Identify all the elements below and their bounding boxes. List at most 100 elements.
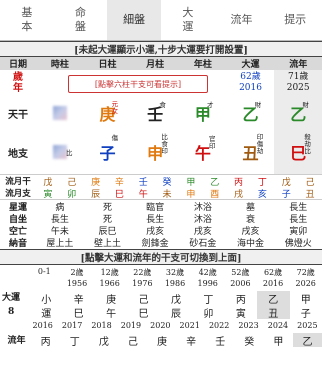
dayun-pillar-zhi-selected[interactable]: 丑 <box>257 305 290 320</box>
dayun-label-block: 大運 8 <box>0 291 30 319</box>
age-row: 歲 年 62歲 2016 71歲 2025 [點擊六柱干支可看提示] <box>0 70 322 96</box>
tab-basic[interactable]: 基 本 <box>0 0 54 40</box>
dayun-gan-row: 小 辛 庚 己 戊 丁 丙 乙 甲 <box>30 291 322 306</box>
dayun-pillar-gan[interactable]: 丁 <box>192 291 224 306</box>
liunian-pillar-gan[interactable]: 癸 <box>235 333 264 348</box>
liunian-pillar-gan[interactable]: 辛 <box>177 333 206 348</box>
liuyue-gan-item[interactable]: 丁 <box>250 175 274 188</box>
header-day: 日柱 <box>98 60 117 70</box>
liuyue-zhi-item[interactable]: 寅 <box>36 187 60 200</box>
liuyue-gan-item[interactable]: 乙 <box>203 175 227 188</box>
dayun-years-row: 1956 1966 1976 1986 1996 2006 2016 2026 <box>0 279 322 291</box>
liunian-pillar-gan[interactable]: 己 <box>118 333 147 348</box>
liunian-age: 71歲 2025 <box>274 70 322 96</box>
dayun-pillar-gan[interactable]: 戊 <box>160 291 192 306</box>
liunian-year-item: 2016 <box>32 321 53 330</box>
kongwang-liunian: 寅卯 <box>289 226 308 237</box>
dayun-pillar-zhi[interactable]: 巳 <box>127 305 159 320</box>
liuyue-zhi-item[interactable]: 亥 <box>250 187 274 200</box>
hour-zhi[interactable]: 比 <box>36 130 84 174</box>
liuyue-gan-item[interactable]: 癸 <box>155 175 179 188</box>
dayun-pillar-gan[interactable]: 庚 <box>95 291 127 306</box>
liuyue-zhi-item[interactable]: 辰 <box>84 187 108 200</box>
header-year: 年柱 <box>193 60 212 70</box>
liuyue-zhi-item[interactable]: 酉 <box>203 187 227 200</box>
liunian-pillar-gan[interactable]: 庚 <box>147 333 176 348</box>
liunian-pillar-gan[interactable]: 丁 <box>60 333 89 348</box>
year-gan[interactable]: 甲 才 <box>179 96 227 130</box>
dayun-pillar-zhi[interactable]: 巳 <box>62 305 94 320</box>
xingyun-dayun: 墓 <box>246 202 256 213</box>
year-zhi[interactable]: 午 官 印 <box>179 130 227 174</box>
tab-chart[interactable]: 命 盤 <box>54 0 108 40</box>
liunian-label: 流年 <box>7 336 26 346</box>
liuyue-gan-item[interactable]: 辛 <box>107 175 131 188</box>
dayun-age-item: 22歲 <box>133 268 152 277</box>
dayun-pillar-gan[interactable]: 辛 <box>62 291 94 306</box>
liuyue-zhi-item[interactable]: 丑 <box>298 187 322 200</box>
liunian-zhi[interactable]: 巳 殺 劫 比 <box>274 130 322 174</box>
nayin-label: 納音 <box>8 238 27 249</box>
month-zhi[interactable]: 申 比 食 印 <box>131 130 179 174</box>
dayun-pillar-zhi[interactable]: 辰 <box>160 305 192 320</box>
tab-tips[interactable]: 提示 <box>268 0 322 40</box>
liuyue-gan-item[interactable]: 甲 <box>179 175 203 188</box>
day-gan[interactable]: 庚 元 女 <box>84 96 132 130</box>
dayun-pillar-gan[interactable]: 小 <box>30 291 62 306</box>
liuyue-gan-item[interactable]: 壬 <box>131 175 155 188</box>
liuyue-zhi-item[interactable]: 卯 <box>60 187 84 200</box>
tab-detail[interactable]: 細盤 <box>107 0 162 40</box>
kongwang-row: 空亡 午未 辰巳 戌亥 戌亥 戌亥 寅卯 <box>0 224 322 237</box>
liuyue-gan-item[interactable]: 己 <box>60 175 84 188</box>
dayun-gan[interactable]: 乙 財 <box>227 96 275 130</box>
liunian-pillar-gan[interactable]: 丙 <box>31 333 60 348</box>
dayun-age-item: 52歲 <box>231 268 250 277</box>
liunian-pillar-gan-selected[interactable]: 乙 <box>292 333 322 348</box>
dayun-pillar-zhi[interactable]: 卯 <box>192 305 224 320</box>
tab-liunian[interactable]: 流年 <box>215 0 269 40</box>
liuyue-gan-item[interactable]: 己 <box>298 175 322 188</box>
tip-popup[interactable]: [點擊六柱干支可看提示] <box>68 75 208 93</box>
liunian-pillar-gan[interactable]: 戊 <box>89 333 118 348</box>
liuyue-zhi-item[interactable]: 未 <box>155 187 179 200</box>
dayun-pillar-zhi[interactable]: 寅 <box>225 305 257 320</box>
liunian-pillar-gan[interactable]: 壬 <box>206 333 235 348</box>
tab-dayun[interactable]: 大 運 <box>161 0 215 40</box>
dayun-setting-banner[interactable]: [未起大運顯示小運,十步大運要打開設置] <box>0 41 322 57</box>
liunian-gan[interactable]: 乙 財 <box>274 96 322 130</box>
kongwang-hour: 午未 <box>50 226 69 237</box>
liuyue-gan-item[interactable]: 庚 <box>84 175 108 188</box>
liuyue-zhi-item[interactable]: 申 <box>179 187 203 200</box>
liunian-pillar-gan[interactable]: 甲 <box>264 333 293 348</box>
dayun-pillar-gan[interactable]: 丙 <box>225 291 257 306</box>
dayun-age-item: 32歲 <box>165 268 185 277</box>
liuyue-zhi-item[interactable]: 巳 <box>107 187 131 200</box>
dayun-pillar-zhi[interactable]: 午 <box>95 305 127 320</box>
liuyue-gan-item[interactable]: 戊 <box>274 175 298 188</box>
liuyue-zhi-item[interactable]: 午 <box>131 187 155 200</box>
dayun-pillar-gan[interactable]: 己 <box>127 291 159 306</box>
dayun-pillar-zhi[interactable]: 子 <box>290 305 322 320</box>
liunian-years-row: 2016 2017 2018 2019 2020 2021 2022 2023 … <box>0 321 322 333</box>
dayun-ages-row: 0-1 2歲 12歲 22歲 32歲 42歲 52歲 62歲 72歲 <box>0 267 322 279</box>
liuyue-zhi-item[interactable]: 戌 <box>227 187 251 200</box>
xingyun-month: 臨官 <box>146 202 165 213</box>
column-header-row: 日期 時柱 日柱 月柱 年柱 大運 流年 <box>0 57 322 70</box>
header-hour: 時柱 <box>50 60 69 70</box>
header-liunian: 流年 <box>289 60 308 70</box>
dayun-pillar-gan-selected[interactable]: 乙 <box>257 291 290 306</box>
dayun-zhi[interactable]: 丑 印 傷 劫 <box>227 130 275 174</box>
liuyue-gan-item[interactable]: 戊 <box>36 175 60 188</box>
dayun-pillar-gan[interactable]: 甲 <box>290 291 322 306</box>
dayun-pillar-zhi[interactable]: 運 <box>30 305 62 320</box>
liuyue-gan-label: 流月干 <box>5 177 31 187</box>
liuyue-zhi-item[interactable]: 子 <box>274 187 298 200</box>
liuyue-gan-item[interactable]: 丙 <box>227 175 251 188</box>
liunian-year-item: 2019 <box>120 321 142 330</box>
liunian-year-item: 2021 <box>179 321 200 330</box>
dayun-year-item: 1976 <box>132 279 153 288</box>
day-zhi[interactable]: 子 傷 <box>84 130 132 174</box>
month-gan[interactable]: 壬 食 <box>131 96 179 130</box>
liuyue-zhi-label: 流月支 <box>5 189 31 199</box>
header-dayun: 大運 <box>241 60 260 70</box>
